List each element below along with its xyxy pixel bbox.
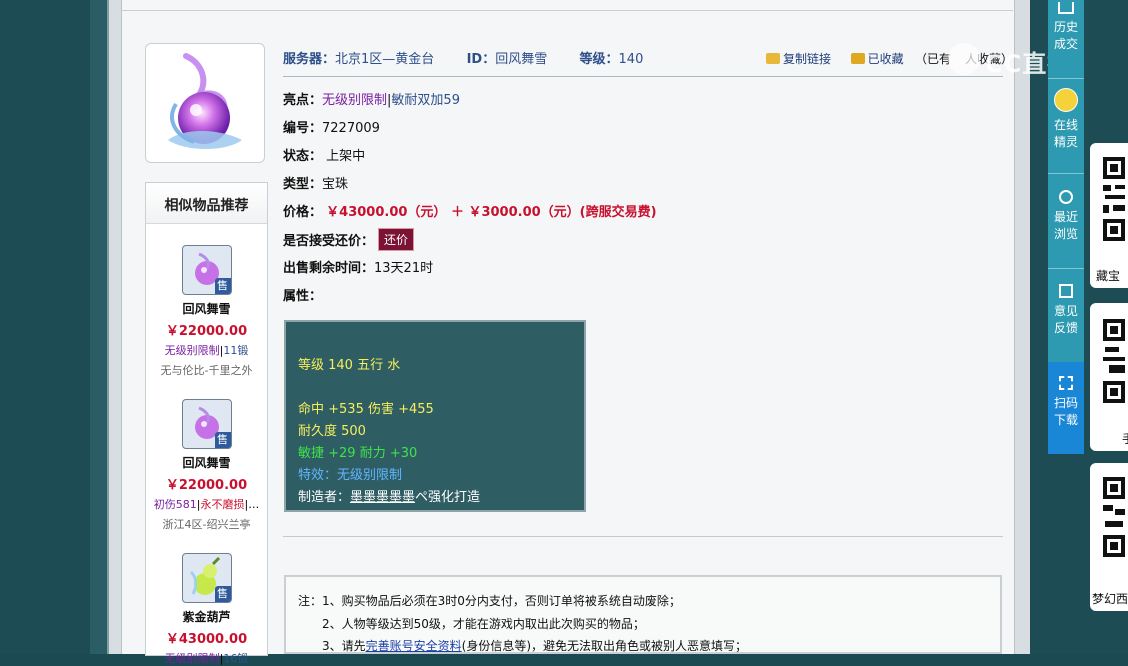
qr-code-icon [1103,157,1125,241]
window-frame-border [90,0,109,654]
similar-item-name[interactable]: 回风舞雪 [146,300,267,317]
purchase-notes: 注：1、购买物品后必须在3时0分内支付，否则订单将被系统自动废除； 2、人物等级… [284,575,1002,654]
top-divider [121,10,1013,11]
collect-button[interactable]: 已收藏 [850,52,904,66]
shield-icon [1058,2,1074,14]
server-label: 服务器： [283,52,336,67]
highlight-tag: 无级别限制 [322,93,388,108]
item-status: 上架中 [326,149,366,164]
section-divider [283,536,1003,537]
bargain-row: 是否接受还价： 还价 [283,228,415,251]
note-line: 注：1、购买物品后必须在3时0分内支付，否则订单将被系统自动废除； [298,594,681,608]
qr-card[interactable]: 手 [1090,303,1128,451]
item-type: 宝珠 [322,177,349,192]
attr-durability: 耐久度 500 [298,424,366,439]
sidebar-online-spirit[interactable]: 在线精灵 [1048,88,1084,151]
similar-item-tags: 初伤581|永不磨损|… [153,498,260,511]
item-thumbnail[interactable]: 售 [181,553,232,603]
attr-special-effect: 特效：无级别限制 [298,468,403,483]
sale-badge: 售 [214,432,231,448]
qr-card[interactable]: 藏宝 [1090,143,1128,288]
orb-icon [168,53,242,149]
sidebar-divider [1048,268,1084,269]
id-value: 回风舞雪 [495,52,548,67]
type-row: 类型：宝珠 [283,177,349,192]
attr-level: 等级 140 五行 水 [298,358,401,373]
similar-item[interactable]: 售 回风舞雪 ￥22000.00 无级别限制|11锻 无与伦比-千里之外 [146,245,267,378]
qr-caption: 藏宝 [1096,269,1121,283]
sale-badge: 售 [214,278,231,294]
level-label: 等级： [579,52,619,67]
highlight-tag: 敏耐双加59 [391,93,460,108]
avatar-icon [1054,88,1078,112]
sidebar-history[interactable]: 历史成交 [1048,2,1084,53]
copy-link-button[interactable]: 复制链接 [766,52,831,66]
item-thumbnail[interactable]: 售 [181,399,232,449]
similar-item-name[interactable]: 紫金葫芦 [146,608,267,625]
edit-icon [1059,284,1073,298]
attr-hit-damage: 命中 +535 伤害 +455 [298,402,434,417]
similar-item-price: ￥22000.00 [165,478,248,493]
clock-icon [1059,190,1073,204]
similar-items-title: 相似物品推荐 [146,183,267,224]
similar-item-tags: 无级别限制|11锻 [164,344,249,357]
attributes-panel: 等级 140 五行 水 命中 +535 伤害 +455 耐久度 500 敏捷 +… [284,320,586,512]
note-line: 2、人物等级达到50级，才能在游戏内取出此次购买的物品； [322,617,645,631]
number-row: 编号：7227009 [283,121,380,136]
qr-code-icon [1103,319,1125,403]
price-row: 价格： ￥43000.00（元） ＋ ￥3000.00（元）(跨服交易费) [283,205,657,220]
header-actions: 复制链接 已收藏 [766,50,904,67]
similar-item-server: 浙江4区-绍兴兰亭 [162,518,251,531]
sale-badge: 售 [214,586,231,602]
qr-card[interactable]: 梦幻西 [1090,463,1128,611]
attr-agility-stamina: 敏捷 +29 耐力 +30 [298,446,418,461]
similar-item[interactable]: 售 回风舞雪 ￥22000.00 初伤581|永不磨损|… 浙江4区-绍兴兰亭 [146,399,267,532]
window-frame-left [0,0,90,654]
bargain-button[interactable]: 还价 [378,228,415,251]
item-price: ￥43000.00（元） ＋ ￥3000.00（元）(跨服交易费) [326,205,657,220]
similar-items-panel: 相似物品推荐 售 回风舞雪 ￥22000.00 无级别限制|11锻 无与伦比-千… [145,182,268,665]
item-number: 7227009 [322,121,380,136]
attributes-label: 属性： [283,289,323,304]
copy-link-icon [766,53,780,64]
item-header: 服务器：北京1区—黄金台 ID：回风舞雪 等级：140 [283,48,643,67]
similar-item-name[interactable]: 回风舞雪 [146,454,267,471]
qr-code-icon [1103,477,1125,557]
sidebar-divider [1048,78,1084,79]
scan-icon [1059,376,1073,390]
sidebar-scan-label[interactable]: 扫码下载 [1048,376,1084,429]
server-value: 北京1区—黄金台 [335,52,435,67]
id-label: ID： [466,52,496,67]
remaining-time: 13天21时 [374,261,434,276]
status-row: 状态： 上架中 [283,149,366,164]
header-divider [283,76,1003,77]
level-value: 140 [618,52,644,67]
qr-caption: 梦幻西 [1092,592,1128,606]
remaining-time-row: 出售剩余时间：13天21时 [283,261,434,276]
similar-item-price: ￥22000.00 [165,324,248,339]
sidebar-recent[interactable]: 最近浏览 [1048,190,1084,243]
attr-maker: 制造者：墨墨墨墨墨ペ强化打造 [298,490,481,505]
highlight-row: 亮点：无级别限制|敏耐双加59 [283,93,460,108]
sidebar-feedback[interactable]: 意见反馈 [1048,284,1084,337]
note-line: 3、请先完善账号安全资料(身份信息等)，避免无法取出角色或被别人恶意填写； [322,639,748,653]
similar-item-server: 无与伦比-千里之外 [160,364,253,377]
similar-item-price: ￥43000.00 [165,632,248,647]
folder-add-icon [850,53,865,64]
security-info-link[interactable]: 完善账号安全资料 [366,639,462,653]
item-thumbnail[interactable]: 售 [181,245,232,295]
qr-caption: 手 [1122,430,1128,447]
sidebar-divider [1048,173,1084,174]
similar-item[interactable]: 售 紫金葫芦 ￥43000.00 无级别限制|16锻 [146,553,267,666]
product-image [145,43,265,163]
similar-item-tags: 无级别限制|16锻 [164,652,249,665]
